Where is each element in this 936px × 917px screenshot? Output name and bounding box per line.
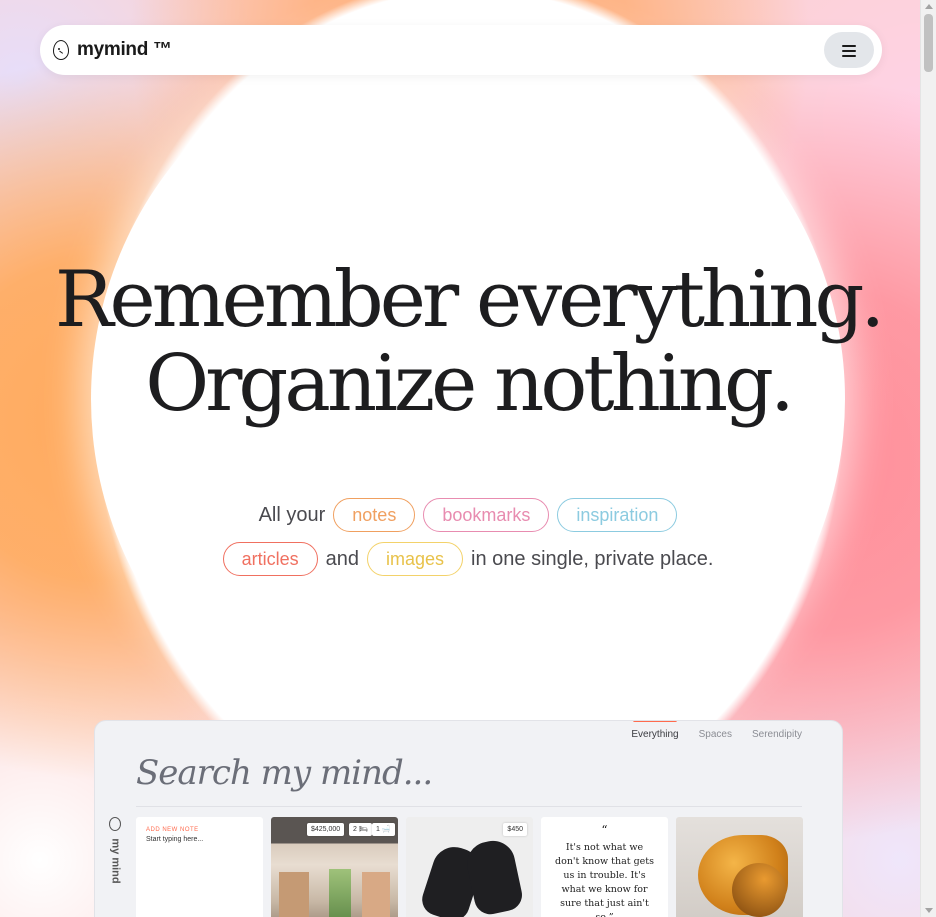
app-preview: Everything Spaces Serendipity Search my … [94, 720, 843, 917]
tagline-prefix: All your [258, 503, 326, 526]
note-input[interactable]: Start typing here... [146, 836, 203, 843]
page-scrollbar[interactable] [920, 0, 936, 917]
price-badge: $450 [503, 823, 527, 836]
scroll-up-icon[interactable] [925, 4, 933, 9]
card-add-note[interactable]: ADD NEW NOTE Start typing here... [136, 817, 263, 917]
tagline-line-2: articles and images in one single, priva… [0, 542, 936, 576]
brand-name: mymind ™ [77, 39, 172, 60]
card-sculpture-image[interactable] [676, 817, 803, 917]
card-quote[interactable]: “ It's not what we don't know that gets … [541, 817, 668, 917]
tagline-and: and [325, 547, 359, 570]
tagline-line-1: All your notes bookmarks inspiration [0, 498, 936, 532]
headline-line-1: Remember everything. [54, 255, 885, 345]
hero-headline: Remember everything. Organize nothing. [0, 258, 936, 426]
card-grid: ADD NEW NOTE Start typing here... $425,0… [136, 817, 803, 917]
tab-everything[interactable]: Everything [631, 721, 679, 740]
bath-badge: 1 🛁 [372, 823, 395, 836]
note-label: ADD NEW NOTE [146, 827, 199, 833]
top-nav: mymind ™ [40, 25, 882, 75]
tab-spaces[interactable]: Spaces [699, 729, 732, 740]
headline-line-2: Organize nothing. [145, 339, 795, 429]
app-tabs: Everything Spaces Serendipity [631, 721, 802, 740]
scroll-down-icon[interactable] [925, 908, 933, 913]
bed-badge: 2 🛏 [349, 823, 372, 836]
mymind-logo-icon [53, 40, 69, 60]
sidebar-label: my mind [109, 838, 122, 884]
pill-images[interactable]: images [366, 542, 464, 576]
card-kitchen-image[interactable]: $425,000 2 🛏 1 🛁 [271, 817, 398, 917]
card-shoes-image[interactable]: $450 [406, 817, 533, 917]
menu-button[interactable] [824, 32, 874, 68]
quote-mark: “ [601, 823, 608, 837]
pill-bookmarks[interactable]: bookmarks [423, 498, 550, 532]
quote-text: It's not what we don't know that gets us… [555, 842, 654, 917]
search-input[interactable]: Search my mind... [136, 753, 433, 793]
scroll-thumb[interactable] [924, 14, 933, 72]
pill-inspiration[interactable]: inspiration [557, 498, 678, 532]
tab-serendipity[interactable]: Serendipity [752, 729, 802, 740]
logo[interactable]: mymind ™ [53, 38, 172, 62]
pill-articles[interactable]: articles [222, 542, 318, 576]
pill-notes[interactable]: notes [333, 498, 416, 532]
price-badge: $425,000 [307, 823, 345, 836]
tagline-suffix: in one single, private place. [471, 547, 714, 570]
sidebar-brand: my mind [107, 817, 123, 887]
hamburger-icon [842, 44, 856, 57]
mymind-mini-icon [109, 817, 121, 831]
search-divider [136, 806, 802, 807]
